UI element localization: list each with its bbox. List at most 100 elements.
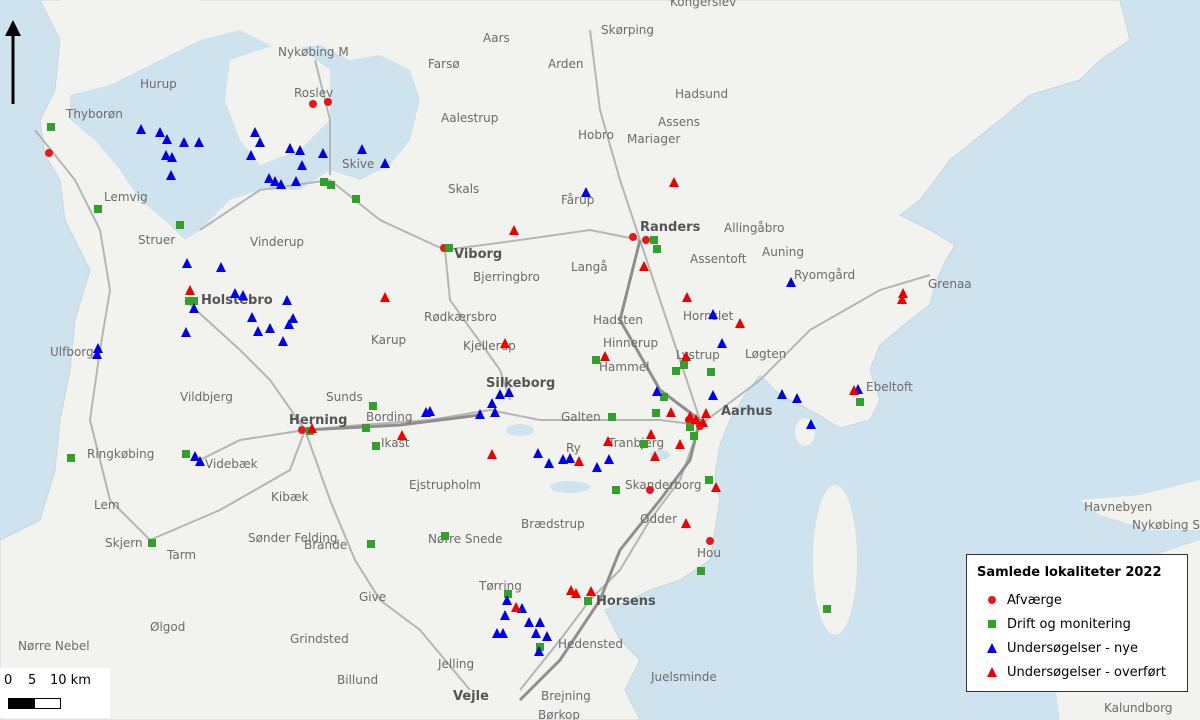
city-label: Silkeborg: [486, 376, 555, 391]
afvaerge-marker[interactable]: [298, 426, 306, 434]
place-label: Hinnerup: [603, 336, 658, 350]
place-label: Jelling: [437, 657, 474, 671]
drift-marker[interactable]: [612, 486, 620, 494]
place-label: Assens: [658, 115, 700, 129]
drift-marker[interactable]: [445, 244, 453, 252]
drift-marker[interactable]: [182, 450, 190, 458]
drift-marker[interactable]: [176, 221, 184, 229]
drift-marker[interactable]: [686, 423, 694, 431]
place-label: Skanderborg: [625, 478, 702, 492]
legend-title: Samlede lokaliteter 2022: [977, 565, 1162, 580]
place-label: Vinderup: [250, 235, 304, 249]
place-label: Aars: [483, 31, 510, 45]
place-label: Odder: [640, 512, 677, 526]
scale-bar-graphic: [8, 698, 61, 709]
drift-marker[interactable]: [653, 245, 661, 253]
drift-marker[interactable]: [680, 361, 688, 369]
drift-marker[interactable]: [640, 440, 648, 448]
drift-marker[interactable]: [67, 454, 75, 462]
drift-marker[interactable]: [672, 367, 680, 375]
drift-marker[interactable]: [47, 123, 55, 131]
drift-marker[interactable]: [372, 442, 380, 450]
red-circle-icon: [977, 594, 1007, 606]
drift-marker[interactable]: [441, 532, 449, 540]
afvaerge-marker[interactable]: [45, 149, 53, 157]
drift-marker[interactable]: [707, 368, 715, 376]
afvaerge-marker[interactable]: [646, 486, 654, 494]
drift-marker[interactable]: [367, 540, 375, 548]
place-label: Tranbjerg: [607, 436, 664, 450]
afvaerge-marker[interactable]: [642, 236, 650, 244]
place-label: Aalestrup: [441, 111, 498, 125]
place-label: Grenaa: [928, 277, 972, 291]
place-label: Hedensted: [558, 637, 623, 651]
place-label: Tørring: [478, 579, 522, 593]
drift-marker[interactable]: [690, 432, 698, 440]
city-label: Herning: [289, 413, 347, 428]
scale-label-5: 5: [28, 673, 37, 688]
legend-label: Undersøgelser - nye: [1007, 640, 1138, 656]
scale-label-10: 10 km: [50, 673, 91, 688]
afvaerge-marker[interactable]: [706, 537, 714, 545]
place-label: Roslev: [294, 86, 333, 100]
afvaerge-marker[interactable]: [629, 233, 637, 241]
place-label: Kongerslev: [670, 0, 736, 9]
place-label: Mariager: [627, 132, 680, 146]
place-label: Videbæk: [205, 457, 258, 471]
place-label: Kalundborg: [1104, 701, 1172, 715]
afvaerge-marker[interactable]: [309, 100, 317, 108]
drift-marker[interactable]: [320, 178, 328, 186]
drift-marker[interactable]: [362, 424, 370, 432]
green-square-icon: [977, 618, 1007, 630]
place-label: Skørping: [601, 23, 654, 37]
place-label: Nykøbing M: [278, 45, 349, 59]
place-label: Ølgod: [150, 620, 185, 634]
legend-item-drift: Drift og monitering: [977, 612, 1177, 636]
place-label: Struer: [138, 233, 175, 247]
drift-marker[interactable]: [504, 590, 512, 598]
place-label: Hobro: [578, 128, 614, 142]
place-label: Langå: [571, 260, 608, 274]
place-label: Galten: [561, 410, 601, 424]
place-label: Havnebyen: [1084, 500, 1152, 514]
place-label: Thyborøn: [65, 107, 123, 121]
place-label: Kibæk: [271, 490, 309, 504]
drift-marker[interactable]: [94, 205, 102, 213]
drift-marker[interactable]: [650, 236, 658, 244]
place-label: Ryomgård: [794, 268, 855, 282]
drift-marker[interactable]: [608, 413, 616, 421]
place-label: Bording: [366, 410, 412, 424]
city-label: Vejle: [453, 689, 489, 704]
legend-item-nye: Undersøgelser - nye: [977, 636, 1177, 660]
drift-marker[interactable]: [592, 356, 600, 364]
place-label: Nørre Snede: [428, 532, 503, 546]
place-label: Løgten: [745, 347, 786, 361]
place-label: Allingåbro: [724, 221, 784, 235]
place-label: Hornslet: [683, 309, 734, 323]
drift-marker[interactable]: [660, 393, 668, 401]
drift-marker[interactable]: [369, 402, 377, 410]
place-label: Ringkøbing: [87, 447, 154, 461]
place-label: Nykøbing Sj: [1132, 518, 1200, 532]
city-label: Horsens: [596, 594, 656, 609]
drift-marker[interactable]: [148, 539, 156, 547]
lake: [550, 481, 590, 493]
place-label: Juelsminde: [650, 670, 717, 684]
place-label: Hammel: [599, 360, 649, 374]
afvaerge-marker[interactable]: [324, 98, 332, 106]
drift-marker[interactable]: [823, 605, 831, 613]
drift-marker[interactable]: [705, 476, 713, 484]
place-label: Rødkærsbro: [424, 310, 497, 324]
drift-marker[interactable]: [584, 597, 592, 605]
place-label: Lemvig: [104, 190, 148, 204]
place-label: Skals: [448, 182, 479, 196]
place-label: Skive: [342, 157, 374, 171]
blue-triangle-icon: [977, 642, 1007, 654]
drift-marker[interactable]: [352, 195, 360, 203]
place-label: Brande: [304, 538, 347, 552]
drift-marker[interactable]: [327, 181, 335, 189]
drift-marker[interactable]: [652, 409, 660, 417]
place-label: Vildbjerg: [180, 390, 233, 404]
drift-marker[interactable]: [856, 398, 864, 406]
drift-marker[interactable]: [697, 567, 705, 575]
